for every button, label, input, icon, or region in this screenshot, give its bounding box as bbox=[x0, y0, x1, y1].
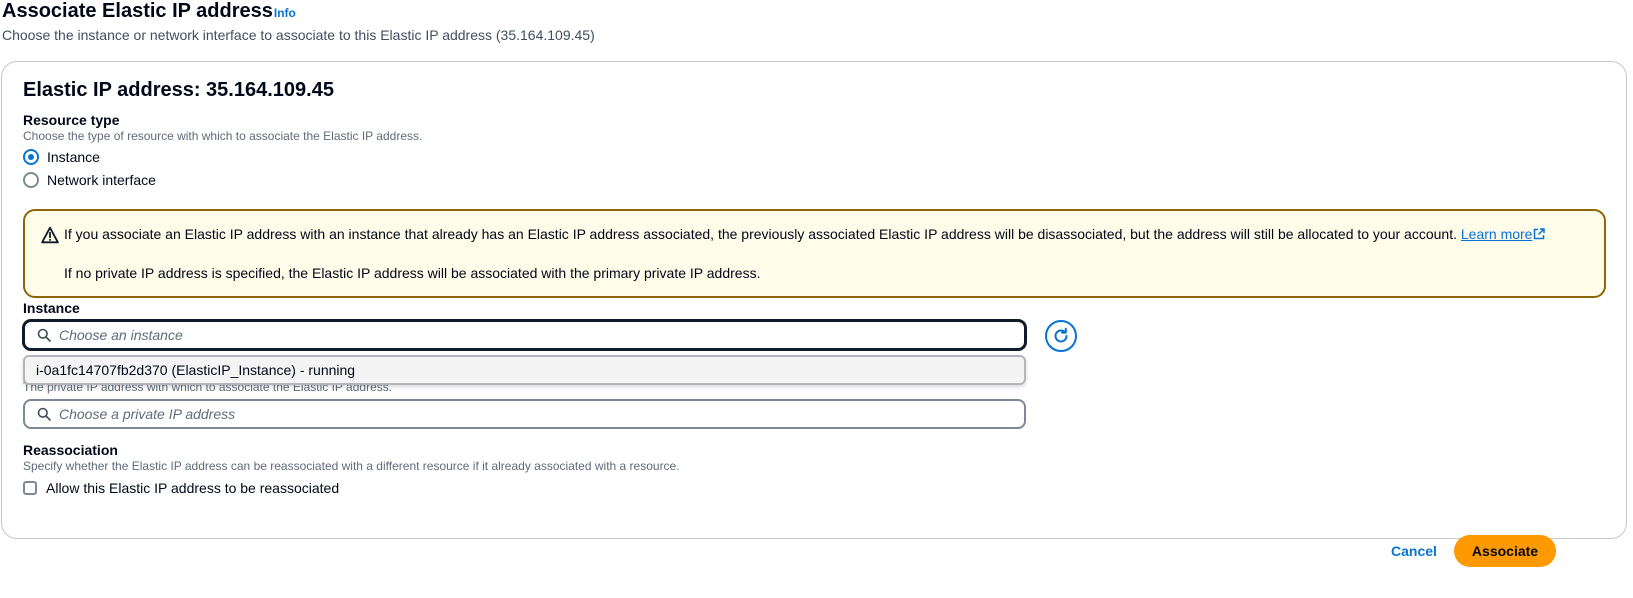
page-title-row: Associate Elastic IP address Info bbox=[2, 0, 595, 22]
associate-button[interactable]: Associate bbox=[1454, 535, 1556, 567]
alert-message-1: If you associate an Elastic IP address w… bbox=[64, 226, 1546, 242]
reassociation-checkbox[interactable] bbox=[23, 481, 37, 495]
refresh-icon bbox=[1054, 327, 1068, 343]
radio-network-interface-label: Network interface bbox=[47, 172, 156, 188]
private-ip-search-input[interactable] bbox=[23, 399, 1026, 429]
alert-message-1-text: If you associate an Elastic IP address w… bbox=[64, 226, 1457, 242]
instance-dropdown-option[interactable]: i-0a1fc14707fb2d370 (ElasticIP_Instance)… bbox=[23, 355, 1026, 385]
alert-message-2: If no private IP address is specified, t… bbox=[64, 265, 761, 281]
cancel-button[interactable]: Cancel bbox=[1383, 537, 1445, 565]
card-title: Elastic IP address: 35.164.109.45 bbox=[23, 79, 334, 101]
learn-more-label: Learn more bbox=[1460, 226, 1533, 242]
external-link-icon bbox=[1534, 228, 1546, 240]
page-subtitle: Choose the instance or network interface… bbox=[2, 27, 595, 43]
reassociation-label: Reassociation bbox=[23, 442, 118, 458]
page-title: Associate Elastic IP address bbox=[2, 0, 273, 22]
instance-label: Instance bbox=[23, 300, 80, 316]
radio-instance-label: Instance bbox=[47, 149, 100, 165]
resource-type-description: Choose the type of resource with which t… bbox=[23, 129, 423, 143]
reassociation-checkbox-row[interactable]: Allow this Elastic IP address to be reas… bbox=[23, 480, 339, 496]
warning-icon bbox=[41, 226, 59, 244]
info-link[interactable]: Info bbox=[274, 6, 296, 20]
instance-search-field[interactable] bbox=[57, 323, 1024, 347]
refresh-button[interactable] bbox=[1045, 320, 1077, 352]
learn-more-link[interactable]: Learn more bbox=[1461, 226, 1546, 242]
search-icon bbox=[37, 328, 51, 342]
resource-type-label: Resource type bbox=[23, 112, 120, 128]
instance-search-input[interactable] bbox=[23, 320, 1026, 350]
private-ip-search-field[interactable] bbox=[57, 402, 1024, 426]
reassociation-description: Specify whether the Elastic IP address c… bbox=[23, 459, 680, 473]
reassociation-checkbox-label: Allow this Elastic IP address to be reas… bbox=[46, 480, 340, 496]
radio-instance[interactable]: Instance bbox=[23, 149, 100, 165]
search-icon bbox=[37, 407, 51, 421]
radio-network-interface[interactable]: Network interface bbox=[23, 172, 156, 188]
association-form-container: Elastic IP address: 35.164.109.45 Resour… bbox=[1, 61, 1627, 539]
page-header: Associate Elastic IP address Info Choose… bbox=[2, 0, 595, 43]
warning-alert: If you associate an Elastic IP address w… bbox=[23, 209, 1606, 298]
radio-instance-control[interactable] bbox=[23, 149, 39, 165]
radio-network-interface-control[interactable] bbox=[23, 172, 39, 188]
